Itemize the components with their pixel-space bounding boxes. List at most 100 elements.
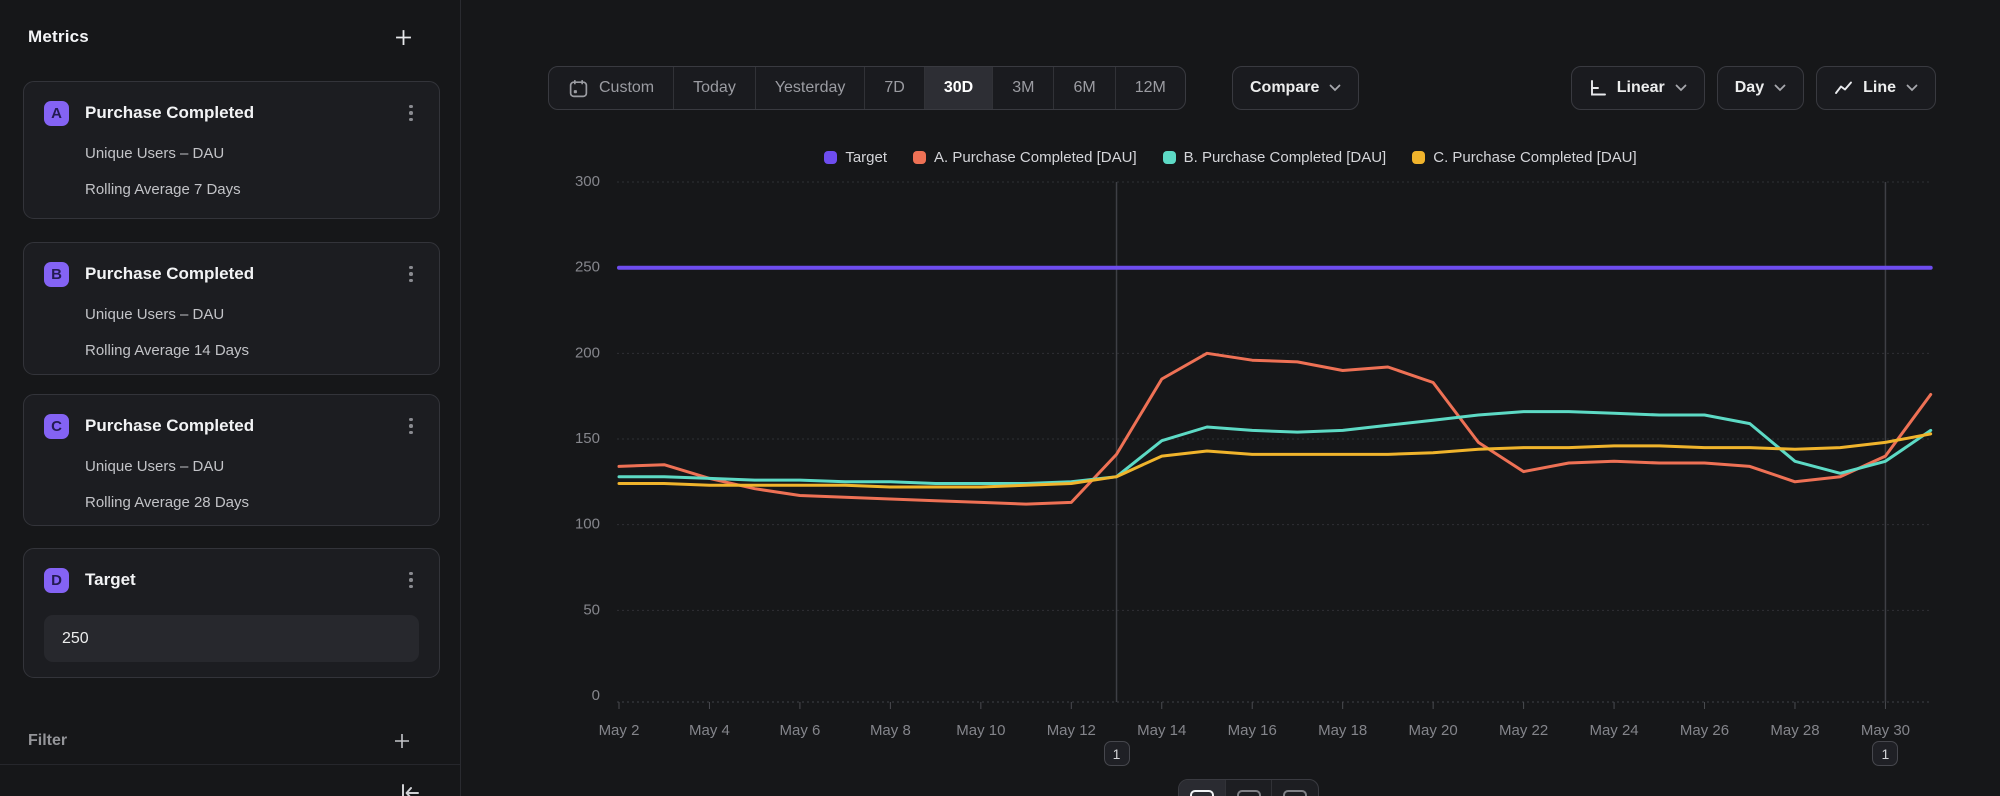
x-axis-label: May 22 [1499, 722, 1548, 739]
metric-menu-button[interactable] [403, 570, 419, 590]
chart-type-label: Line [1863, 79, 1896, 97]
range-custom[interactable]: Custom [549, 67, 673, 109]
metric-card-c[interactable]: C Purchase Completed Unique Users – DAU … [23, 394, 440, 526]
range-label: Yesterday [775, 79, 846, 97]
range-label: 3M [1012, 79, 1034, 97]
metric-measure-row[interactable]: Unique Users – DAU [85, 306, 419, 323]
sidebar-footer-divider [0, 764, 460, 765]
collapse-panel-icon [398, 782, 422, 796]
y-axis-label-300: 300 [575, 173, 600, 190]
metric-title: Purchase Completed [85, 416, 387, 436]
interval-button[interactable]: Day [1717, 66, 1804, 110]
scale-label: Linear [1617, 79, 1665, 97]
series-line-3 [619, 434, 1931, 487]
view-toggle-chart[interactable] [1179, 780, 1225, 796]
app-root: Metrics A Purchase Completed Unique User… [0, 0, 2000, 796]
compare-button[interactable]: Compare [1232, 66, 1359, 110]
metric-badge-d: D [44, 568, 69, 593]
metric-card-header: D Target [44, 567, 419, 593]
range-yesterday[interactable]: Yesterday [755, 67, 865, 109]
add-metric-button[interactable] [391, 25, 416, 50]
y-axis-label-50: 50 [583, 601, 600, 618]
interval-label: Day [1735, 79, 1764, 97]
chart-view-icon [1190, 790, 1214, 796]
chart-type-button[interactable]: Line [1816, 66, 1936, 110]
metric-rolling-row[interactable]: Rolling Average 7 Days [85, 181, 419, 198]
metric-card-b[interactable]: B Purchase Completed Unique Users – DAU … [23, 242, 440, 375]
chevron-down-icon [1329, 84, 1341, 92]
x-axis-label: May 16 [1228, 722, 1277, 739]
metric-menu-button[interactable] [403, 416, 419, 436]
x-axis-label: May 30 [1861, 722, 1910, 739]
target-value-input[interactable] [44, 615, 419, 662]
range-3m[interactable]: 3M [992, 67, 1053, 109]
metric-badge-a: A [44, 101, 69, 126]
annotation-badge-2[interactable]: 1 [1872, 741, 1898, 766]
x-axis-label: May 10 [956, 722, 1005, 739]
metric-rolling-row[interactable]: Rolling Average 28 Days [85, 494, 419, 511]
add-filter-button[interactable] [390, 729, 414, 753]
target-card[interactable]: D Target [23, 548, 440, 678]
collapse-sidebar-button[interactable] [398, 782, 422, 796]
range-30d[interactable]: 30D [924, 67, 992, 109]
line-chart: 050100150200250300May 2May 4May 6May 8Ma… [461, 120, 2000, 796]
chart-area: 050100150200250300May 2May 4May 6May 8Ma… [461, 120, 2000, 796]
date-range-control: Custom Today Yesterday 7D 30D 3M 6M 12M [548, 66, 1186, 110]
metric-measure-row[interactable]: Unique Users – DAU [85, 458, 419, 475]
sidebar-header: Metrics [28, 22, 416, 52]
metric-measure-row[interactable]: Unique Users – DAU [85, 145, 419, 162]
calendar-icon [568, 78, 589, 99]
y-axis-label-150: 150 [575, 430, 600, 447]
plus-icon [395, 29, 412, 46]
chart-pane: Custom Today Yesterday 7D 30D 3M 6M 12M … [461, 0, 2000, 796]
range-label: Today [693, 79, 736, 97]
compare-label: Compare [1250, 79, 1319, 97]
x-axis-label: May 20 [1409, 722, 1458, 739]
breakdown-view-icon [1283, 790, 1307, 796]
chevron-down-icon [1906, 84, 1918, 92]
metric-menu-button[interactable] [403, 103, 419, 123]
chart-display-controls: Linear Day Line [1571, 66, 1936, 110]
range-label: 7D [884, 79, 904, 97]
x-axis-label: May 6 [779, 722, 820, 739]
x-axis-label: May 8 [870, 722, 911, 739]
x-axis-label: May 14 [1137, 722, 1186, 739]
metric-rolling-row[interactable]: Rolling Average 14 Days [85, 342, 419, 359]
scale-button[interactable]: Linear [1571, 66, 1705, 110]
line-chart-icon [1834, 80, 1853, 97]
metric-card-a[interactable]: A Purchase Completed Unique Users – DAU … [23, 81, 440, 219]
metric-card-header: A Purchase Completed [44, 100, 419, 126]
table-view-icon [1237, 790, 1261, 796]
range-12m[interactable]: 12M [1115, 67, 1185, 109]
range-today[interactable]: Today [673, 67, 755, 109]
metric-title: Purchase Completed [85, 264, 387, 284]
range-label: Custom [599, 79, 654, 97]
x-axis-label: May 18 [1318, 722, 1367, 739]
metrics-sidebar: Metrics A Purchase Completed Unique User… [0, 0, 461, 796]
metric-badge-b: B [44, 262, 69, 287]
range-label: 12M [1135, 79, 1166, 97]
range-7d[interactable]: 7D [864, 67, 923, 109]
metric-menu-button[interactable] [403, 264, 419, 284]
range-6m[interactable]: 6M [1053, 67, 1114, 109]
range-label: 6M [1073, 79, 1095, 97]
y-axis-label-0: 0 [592, 687, 600, 704]
chevron-down-icon [1675, 84, 1687, 92]
x-axis-label: May 26 [1680, 722, 1729, 739]
view-toggle-breakdown[interactable] [1271, 780, 1318, 796]
view-toggle-table[interactable] [1225, 780, 1272, 796]
x-axis-label: May 24 [1589, 722, 1638, 739]
filter-title: Filter [28, 732, 67, 750]
x-axis-label: May 2 [599, 722, 640, 739]
y-axis-label-250: 250 [575, 259, 600, 276]
filter-section: Filter [28, 727, 414, 755]
metric-title: Purchase Completed [85, 103, 387, 123]
range-label: 30D [944, 79, 973, 97]
annotation-badge-1[interactable]: 1 [1104, 741, 1130, 766]
linear-scale-icon [1589, 80, 1607, 97]
metric-card-header: B Purchase Completed [44, 261, 419, 287]
x-axis-label: May 4 [689, 722, 730, 739]
metric-title: Target [85, 570, 387, 590]
chevron-down-icon [1774, 84, 1786, 92]
x-axis-label: May 28 [1770, 722, 1819, 739]
